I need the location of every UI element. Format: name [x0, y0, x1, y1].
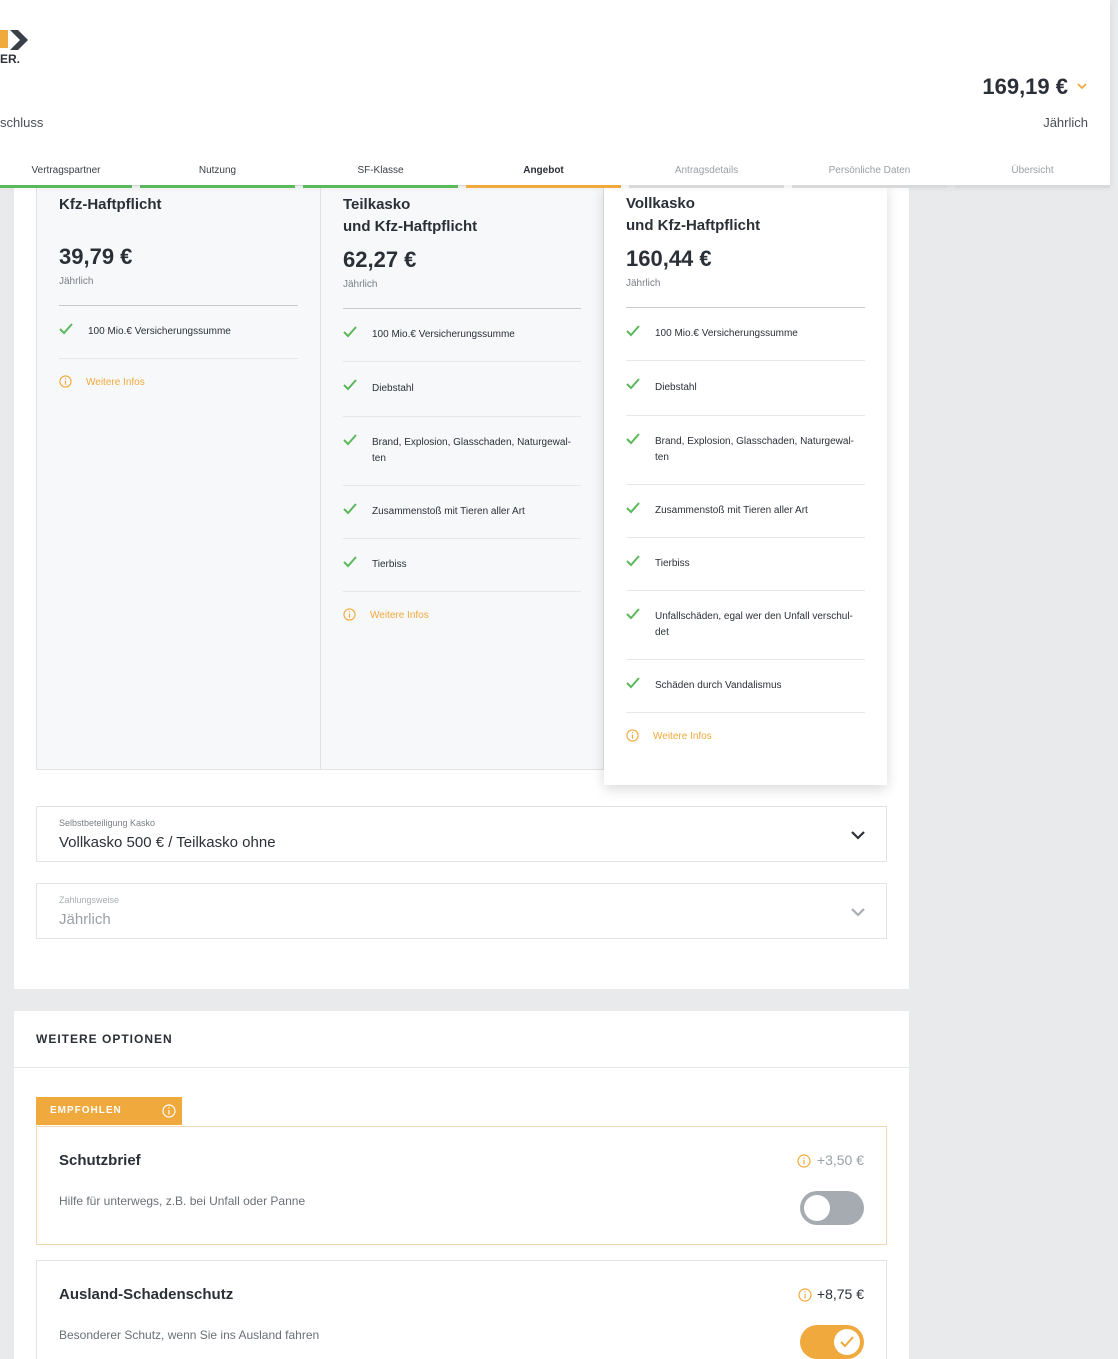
option-description: Besonderer Schutz, wenn Sie ins Ausland …	[59, 1328, 320, 1342]
payment-select[interactable]: Zahlungsweise Jährlich	[36, 883, 887, 939]
check-icon	[840, 1336, 854, 1348]
info-icon[interactable]	[798, 1288, 812, 1302]
check-icon	[343, 556, 357, 568]
check-icon	[626, 677, 640, 689]
feature-item: Zusammenstoß mit Tieren aller Art	[626, 485, 865, 538]
more-info-link[interactable]: Weitere Infos	[343, 592, 581, 621]
check-icon	[343, 434, 357, 446]
info-icon	[59, 375, 72, 388]
payment-label: Zahlungsweise	[59, 895, 120, 905]
page-subtitle: schluss	[0, 115, 44, 130]
tariff-name: Kfz-Haftpflicht	[59, 196, 162, 213]
feature-item: Unfallschäden, egal wer den Unfall versc…	[626, 591, 865, 660]
logo-text: ER.	[0, 52, 21, 66]
check-icon	[626, 325, 640, 337]
total-price[interactable]: 169,19 €	[982, 74, 1068, 100]
tariff-name-sub: und Kfz-Haftpflicht	[626, 217, 761, 234]
option-name: Schutzbrief	[59, 1152, 141, 1169]
tariff-vollkasko-selected[interactable]: Vollkasko und Kfz-Haftpflicht 160,44 € J…	[604, 185, 887, 785]
option-name: Ausland-Schadenschutz	[59, 1286, 234, 1303]
tariff-period: Jährlich	[343, 279, 378, 290]
schutzbrief-toggle[interactable]	[800, 1191, 864, 1225]
tariff-name-sub: und Kfz-Haftpflicht	[343, 218, 478, 235]
feature-item: 100 Mio.€ Versicherungssumme	[59, 306, 298, 359]
check-icon	[626, 502, 640, 514]
step-uebersicht: Übersicht	[955, 160, 1110, 188]
divider	[14, 1067, 909, 1068]
info-icon[interactable]	[162, 1104, 176, 1118]
chevron-down-icon[interactable]	[1076, 80, 1088, 92]
chevron-down-icon	[851, 831, 865, 840]
total-period: Jährlich	[1043, 115, 1088, 130]
option-ausland-schadenschutz: Ausland-Schadenschutz Besonderer Schutz,…	[36, 1260, 887, 1359]
step-vertragspartner[interactable]: Vertragspartner	[0, 160, 132, 188]
tariff-period: Jährlich	[626, 278, 661, 289]
ausland-toggle[interactable]	[800, 1325, 864, 1359]
feature-item: Schäden durch Vandalismus	[626, 660, 865, 713]
tariff-name: Teilkasko	[343, 196, 411, 213]
check-icon	[626, 378, 640, 390]
step-antragsdetails: Antragsdetails	[629, 160, 784, 188]
info-icon	[343, 608, 356, 621]
feature-item: Tierbiss	[343, 539, 581, 592]
info-icon[interactable]	[797, 1154, 811, 1168]
check-icon	[343, 379, 357, 391]
check-icon	[59, 323, 73, 335]
feature-item: Zusammenstoß mit Tieren aller Art	[343, 486, 581, 539]
deductible-select[interactable]: Selbstbeteiligung Kasko Vollkasko 500 € …	[36, 806, 887, 862]
header: ER. schluss 169,19 € Jährlich Vertragspa…	[0, 0, 1110, 188]
payment-value: Jährlich	[59, 911, 111, 928]
step-sf-klasse[interactable]: SF-Klasse	[303, 160, 458, 188]
option-description: Hilfe für unterwegs, z.B. bei Unfall ode…	[59, 1194, 306, 1208]
tariff-name: Vollkasko	[626, 195, 695, 212]
check-icon	[626, 608, 640, 620]
more-info-link[interactable]: Weitere Infos	[59, 359, 298, 388]
check-icon	[626, 433, 640, 445]
feature-item: Brand, Explosion, Glasschaden, Naturgewa…	[626, 416, 865, 485]
recommended-badge: EMPFOHLEN	[36, 1097, 182, 1125]
tariff-price: 160,44 €	[626, 246, 712, 271]
feature-item: Diebstahl	[343, 362, 581, 417]
toggle-knob	[834, 1329, 860, 1355]
tariff-teilkasko[interactable]: Teilkasko und Kfz-Haftpflicht 62,27 € Jä…	[320, 185, 604, 770]
feature-item: 100 Mio.€ Versicherungssumme	[343, 309, 581, 362]
chevron-down-icon	[851, 908, 865, 917]
option-schutzbrief: Schutzbrief Hilfe für unterwegs, z.B. be…	[36, 1126, 887, 1245]
check-icon	[343, 326, 357, 338]
progress-steps: Vertragspartner Nutzung SF-Klasse Angebo…	[0, 160, 1110, 188]
info-icon	[626, 729, 639, 742]
tariff-price: 39,79 €	[59, 244, 133, 269]
tariff-haftpflicht[interactable]: Kfz-Haftpflicht 39,79 € Jährlich 100 Mio…	[36, 185, 321, 770]
feature-item: 100 Mio.€ Versicherungssumme	[626, 308, 865, 361]
feature-item: Tierbiss	[626, 538, 865, 591]
tariff-grid: Kfz-Haftpflicht 39,79 € Jährlich 100 Mio…	[36, 185, 888, 785]
check-icon	[626, 555, 640, 567]
options-title: WEITERE OPTIONEN	[36, 1032, 173, 1046]
feature-item: Brand, Explosion, Glasschaden, Naturgewa…	[343, 417, 581, 486]
option-price: +8,75 €	[816, 1286, 864, 1302]
option-price: +3,50 €	[816, 1152, 864, 1168]
deductible-label: Selbstbeteiligung Kasko	[59, 818, 156, 828]
options-card: WEITERE OPTIONEN EMPFOHLEN Schutzbrief H…	[14, 1011, 909, 1359]
tariff-price: 62,27 €	[343, 247, 417, 272]
deductible-value: Vollkasko 500 € / Teilkasko ohne	[59, 834, 276, 851]
more-info-link[interactable]: Weitere Infos	[626, 713, 865, 742]
check-icon	[343, 503, 357, 515]
step-persoenliche-daten: Persönliche Daten	[792, 160, 947, 188]
tariff-period: Jährlich	[59, 276, 94, 287]
toggle-knob	[804, 1195, 830, 1221]
step-angebot[interactable]: Angebot	[466, 160, 621, 188]
step-nutzung[interactable]: Nutzung	[140, 160, 295, 188]
feature-item: Diebstahl	[626, 361, 865, 416]
